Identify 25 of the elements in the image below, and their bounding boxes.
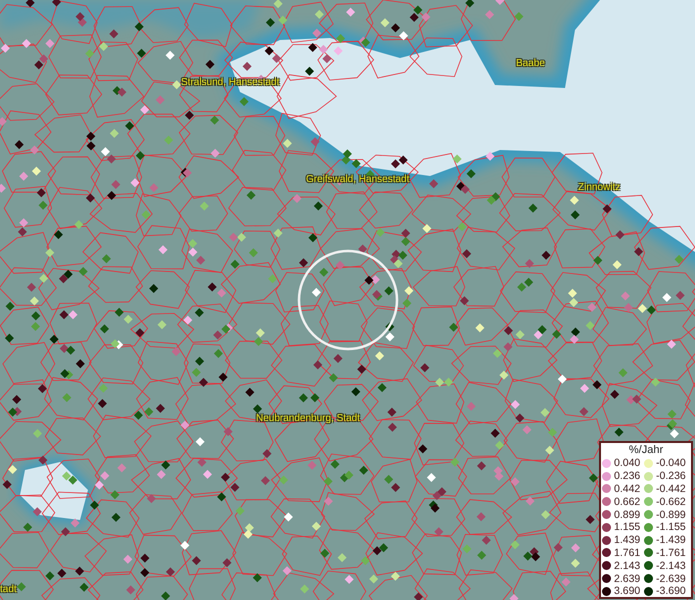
legend-value: -0.442 [656, 482, 686, 495]
legend-value: -0.899 [656, 508, 686, 521]
legend-value: -0.040 [656, 457, 686, 470]
legend-value: -2.639 [656, 572, 686, 585]
legend-value: -1.761 [656, 546, 686, 559]
legend-value: 0.899 [614, 508, 640, 521]
legend-value: 3.690 [614, 585, 640, 598]
legend-value: -0.662 [656, 496, 686, 508]
legend-value: 2.143 [614, 560, 640, 572]
place-label: tadt [0, 584, 17, 595]
legend-value: 1.439 [614, 534, 640, 546]
legend-value: 0.236 [614, 470, 640, 482]
legend-value: 0.442 [614, 482, 640, 495]
legend-value: -1.155 [656, 521, 686, 534]
legend-value: 1.155 [614, 521, 640, 534]
legend-value: 0.662 [614, 496, 640, 508]
legend-value: -3.690 [656, 585, 686, 598]
legend-title: %/Jahr [628, 444, 664, 457]
place-label: Baabe [516, 58, 545, 69]
legend-value: 2.639 [614, 572, 640, 585]
legend-value: -0.236 [656, 470, 686, 482]
legend-value: -2.143 [656, 560, 686, 572]
legend-value: 1.761 [614, 546, 640, 559]
legend-value: -1.439 [656, 534, 686, 546]
legend-value: 0.040 [614, 457, 640, 470]
